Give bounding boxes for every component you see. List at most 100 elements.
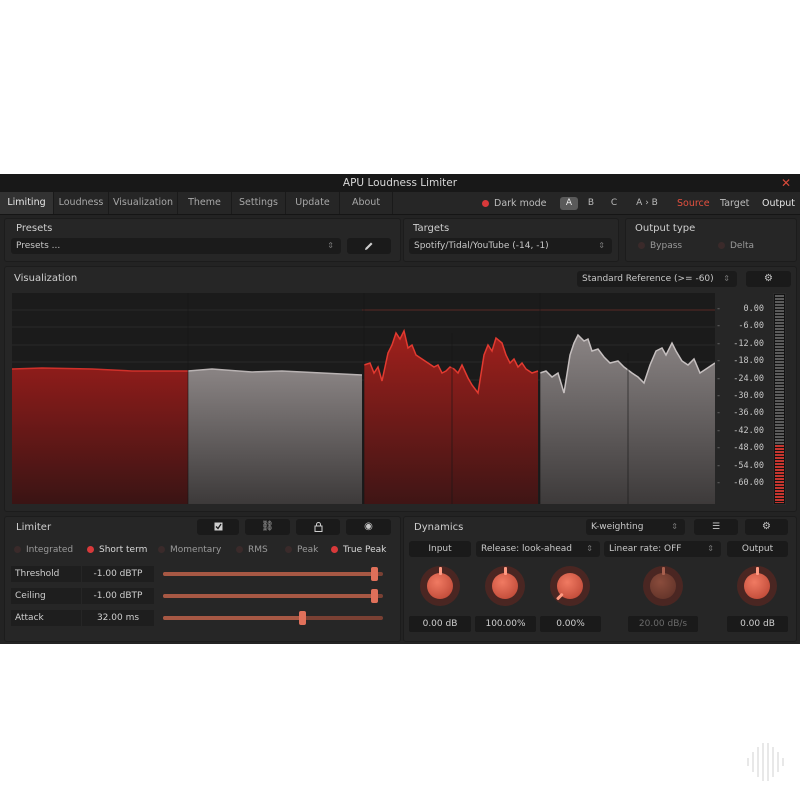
weighting-select[interactable]: K-weighting ⇕ (586, 519, 685, 535)
sliders-button[interactable]: ☰ (694, 519, 738, 535)
release-select[interactable]: Release: look-ahead ⇕ (476, 541, 600, 557)
mix-knob[interactable] (550, 566, 590, 606)
dynamics-settings-button[interactable]: ⚙ (745, 519, 788, 535)
limiter-title: Limiter (16, 522, 52, 533)
watermark-logo-icon (747, 743, 784, 781)
targets-title: Targets (413, 223, 450, 234)
loudness-scale: -0.00 - -6.00 - -12.00 - -18.00 - -24.00 - -30.00 -… (716, 304, 770, 494)
measure-indicator (14, 546, 21, 553)
chevron-updown-icon: ⇕ (598, 241, 605, 250)
mode-source[interactable]: Source (677, 197, 710, 210)
output-gain-knob-cap (744, 573, 770, 599)
measure-indicator (331, 546, 338, 553)
ab-slot-b[interactable]: B (582, 197, 600, 210)
measure-option-momentary[interactable]: Momentary (158, 543, 221, 557)
dark-mode-toggle[interactable]: Dark mode (482, 197, 547, 210)
scale-label: -0.00 (716, 304, 764, 314)
scale-label: - -24.00 (716, 373, 764, 384)
pencil-icon (365, 242, 373, 250)
linear-rate-value-readout[interactable]: 20.00 dB/s (628, 616, 698, 632)
eye-icon: ◉ (364, 521, 373, 532)
measure-label: Momentary (170, 545, 222, 555)
linear-rate-knob-cap (650, 573, 676, 599)
scale-label: - -54.00 (716, 460, 764, 471)
delta-label: Delta (730, 241, 755, 251)
tab-limiting[interactable]: Limiting (0, 192, 54, 214)
delta-toggle[interactable]: Delta (718, 239, 754, 253)
output-gain-knob-indicator (756, 567, 759, 575)
mix-value[interactable]: 0.00% (540, 616, 601, 632)
release-knob-indicator (504, 567, 507, 575)
chevron-updown-icon: ⇕ (707, 544, 714, 553)
linear-rate-knob[interactable] (643, 566, 683, 606)
loudness-graph (12, 293, 715, 504)
measure-option-peak[interactable]: Peak (285, 543, 318, 557)
measure-indicator (236, 546, 243, 553)
tab-loudness[interactable]: Loudness (54, 192, 109, 214)
unlink-button[interactable]: ⛓ (245, 519, 290, 535)
mode-target[interactable]: Target (720, 197, 749, 210)
attack-slider[interactable] (163, 611, 383, 625)
ceiling-value[interactable]: -1.00 dBTP (82, 588, 154, 604)
measure-option-true-peak[interactable]: True Peak (331, 543, 386, 557)
tab-settings[interactable]: Settings (232, 192, 286, 214)
measure-indicator (285, 546, 292, 553)
bypass-toggle[interactable]: Bypass (638, 239, 682, 253)
visualization-settings-button[interactable]: ⚙ (746, 271, 791, 287)
mode-output[interactable]: Output (762, 197, 795, 210)
input-gain-value[interactable]: 0.00 dB (409, 616, 471, 632)
measure-label: True Peak (343, 545, 387, 555)
linear-rate-value: Linear rate: OFF (609, 544, 682, 554)
release-value: Release: look-ahead (481, 544, 573, 554)
app-title: APU Loudness Limiter (342, 177, 458, 189)
ceiling-label: Ceiling (11, 588, 81, 604)
scale-label: - -60.00 (716, 478, 764, 488)
ab-slot-a[interactable]: A (560, 197, 578, 210)
input-gain-knob[interactable] (420, 566, 460, 606)
ceiling-thumb[interactable] (371, 589, 379, 603)
meter-empty (775, 295, 784, 445)
ab-copy-button[interactable]: A › B (630, 197, 664, 210)
release-value-readout[interactable]: 100.00% (475, 616, 536, 632)
measure-option-integrated[interactable]: Integrated (14, 543, 73, 557)
sliders-icon: ☰ (711, 522, 721, 532)
tab-update[interactable]: Update (286, 192, 340, 214)
release-knob-cap (492, 573, 518, 599)
scale-label: - -36.00 (716, 408, 764, 419)
visibility-button[interactable]: ◉ (346, 519, 391, 535)
linear-rate-select[interactable]: Linear rate: OFF ⇕ (604, 541, 721, 557)
close-icon[interactable]: ✕ (781, 176, 791, 190)
reference-select[interactable]: Standard Reference (>= -60) ⇕ (577, 271, 737, 287)
tab-theme[interactable]: Theme (178, 192, 232, 214)
output-gain-knob[interactable] (737, 566, 777, 606)
ab-slot-c[interactable]: C (605, 197, 623, 210)
measure-option-short-term[interactable]: Short term (87, 543, 147, 557)
attack-value[interactable]: 32.00 ms (82, 610, 154, 626)
chevron-updown-icon: ⇕ (671, 522, 678, 531)
edit-preset-button[interactable] (347, 238, 391, 254)
presets-select[interactable]: Presets ... ⇕ (11, 238, 341, 254)
output-type-title: Output type (635, 223, 696, 234)
gear-icon: ⚙ (764, 273, 773, 284)
app-window: APU Loudness Limiter ✕ Limiting Loudness… (0, 174, 800, 644)
attack-label: Attack (11, 610, 81, 626)
ceiling-slider[interactable] (163, 589, 383, 603)
weighting-value: K-weighting (591, 522, 644, 532)
input-gain-knob-indicator (439, 567, 442, 575)
attack-thumb[interactable] (298, 611, 306, 625)
enable-button[interactable] (197, 519, 239, 535)
release-knob[interactable] (485, 566, 525, 606)
threshold-thumb[interactable] (371, 567, 379, 581)
threshold-slider[interactable] (163, 567, 383, 581)
output-gain-value[interactable]: 0.00 dB (727, 616, 788, 632)
measure-label: Integrated (26, 545, 74, 555)
menu-bar: Limiting Loudness Visualization Theme Se… (0, 192, 800, 215)
measure-option-rms[interactable]: RMS (236, 543, 268, 557)
lock-icon (314, 522, 322, 532)
targets-select[interactable]: Spotify/Tidal/YouTube (-14, -1) ⇕ (409, 238, 612, 254)
tab-about[interactable]: About (340, 192, 393, 214)
threshold-value[interactable]: -1.00 dBTP (82, 566, 154, 582)
checkbox-icon (214, 522, 222, 531)
tab-visualization[interactable]: Visualization (109, 192, 178, 214)
lock-button[interactable] (296, 519, 340, 535)
